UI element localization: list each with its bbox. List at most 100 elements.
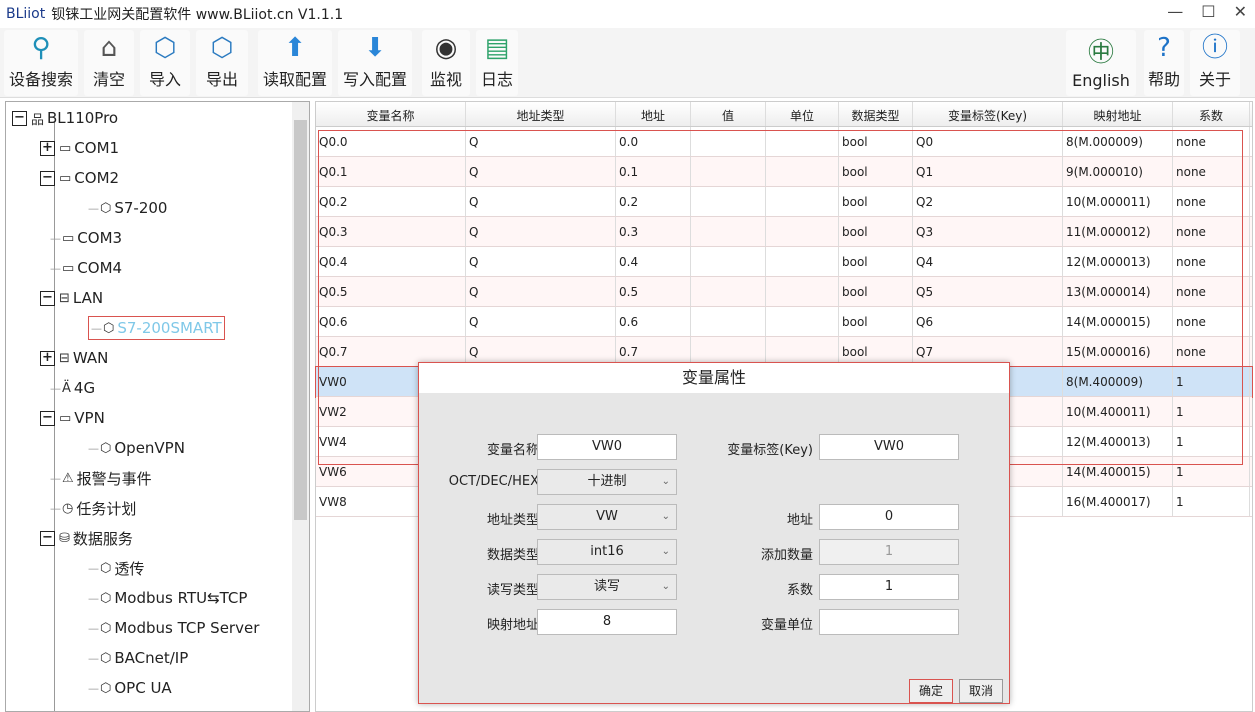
radix-label: OCT/DEC/HEX	[448, 474, 539, 489]
table-row[interactable]: Q0.1 Q 0.1 bool Q1 9(M.000010) none	[316, 157, 1252, 187]
search-icon: ⚲	[31, 33, 51, 63]
collapse-icon[interactable]: −	[40, 410, 55, 426]
table-row[interactable]: Q0.3 Q 0.3 bool Q3 11(M.000012) none	[316, 217, 1252, 247]
table-cell: 0.2	[616, 187, 691, 216]
table-cell: Q0.2	[316, 187, 466, 216]
tree-item[interactable]: + ▭ COM1	[40, 136, 119, 160]
collapse-icon[interactable]: −	[40, 290, 55, 306]
radix-select[interactable]: 十进制 ⌄	[537, 469, 677, 495]
table-cell: bool	[839, 277, 913, 306]
antenna-icon: Ä	[62, 380, 71, 396]
dtype-select[interactable]: int16 ⌄	[537, 539, 677, 565]
column-header[interactable]: 地址类型	[466, 102, 616, 126]
expand-icon[interactable]: +	[40, 350, 55, 366]
device-tree: − 品 BL110Pro + ▭ COM1− ▭ COM2— ⬡ S7-200— ▭ COM3— ▭ CO…	[5, 101, 310, 712]
tree-item[interactable]: — ▭ COM4	[50, 256, 122, 280]
tree-item[interactable]: — ⬡ S7-200	[88, 196, 167, 220]
column-header[interactable]: 单位	[766, 102, 839, 126]
addr-type-select[interactable]: VW ⌄	[537, 504, 677, 530]
table-row[interactable]: Q0.0 Q 0.0 bool Q0 8(M.000009) none	[316, 127, 1252, 157]
device-cube-icon: ⬡	[100, 590, 112, 606]
tree-branch: —	[88, 441, 99, 455]
table-cell: 8(M.000009)	[1063, 127, 1173, 156]
column-header[interactable]: 数据类型	[839, 102, 913, 126]
column-header[interactable]: 值	[691, 102, 766, 126]
close-button[interactable]: ✕	[1234, 2, 1247, 21]
tree-item-label: 透传	[114, 559, 145, 578]
column-header[interactable]: 变量名称	[316, 102, 466, 126]
column-header[interactable]: 映射地址	[1063, 102, 1173, 126]
table-cell: bool	[839, 187, 913, 216]
tree-item[interactable]: — ⬡ Modbus TCP Server	[88, 616, 259, 640]
table-row[interactable]: Q0.6 Q 0.6 bool Q6 14(M.000015) none	[316, 307, 1252, 337]
tree-item-label: BACnet/IP	[114, 649, 189, 667]
vpn-icon: ▭	[59, 410, 72, 426]
tree-item[interactable]: — ⬡ BACnet/IP	[88, 646, 188, 670]
table-cell: Q1	[913, 157, 1063, 186]
toolbar-button-1[interactable]: ⌂ 清空	[84, 30, 134, 96]
tree-item[interactable]: — ▭ COM3	[50, 226, 122, 250]
minimize-button[interactable]: —	[1167, 2, 1183, 21]
tree-item[interactable]: — ⬡ Modbus RTU⇆TCP	[88, 586, 247, 610]
toolbar-button-8[interactable]: ㊥ English	[1066, 30, 1136, 96]
toolbar-button-6[interactable]: ◉ 监视	[422, 30, 470, 96]
key-input[interactable]: VW0	[819, 434, 959, 460]
column-header[interactable]: 变量标签(Key)	[913, 102, 1063, 126]
count-label: 添加数量	[760, 548, 813, 563]
tree-item[interactable]: — ⬡ 透传	[88, 556, 144, 580]
expand-icon[interactable]: +	[40, 140, 55, 156]
cancel-button[interactable]: 取消	[959, 679, 1003, 703]
factor-input[interactable]: 1	[819, 574, 959, 600]
toolbar-button-5[interactable]: ⬇ 写入配置	[338, 30, 412, 96]
tree-item[interactable]: − ⊟ LAN	[40, 286, 103, 310]
maximize-button[interactable]: ☐	[1201, 2, 1215, 21]
unit-input[interactable]	[819, 609, 959, 635]
serial-port-icon: ▭	[62, 260, 75, 276]
table-cell	[766, 127, 839, 156]
toolbar-button-7[interactable]: ▤ 日志	[476, 30, 518, 96]
tree-item[interactable]: − 品 BL110Pro	[12, 106, 118, 130]
tree-item[interactable]: — ◷ 任务计划	[50, 496, 136, 520]
scrollbar-thumb[interactable]	[294, 120, 307, 520]
collapse-icon[interactable]: −	[40, 530, 55, 546]
tree-scrollbar[interactable]	[292, 102, 309, 711]
toolbar-button-label: 导入	[148, 70, 181, 89]
tree-item[interactable]: − ⛁ 数据服务	[40, 526, 133, 550]
tree-item[interactable]: — ⬡ OPC UA	[88, 676, 172, 700]
tree-item[interactable]: + ⊟ WAN	[40, 346, 108, 370]
column-header[interactable]: 系数	[1173, 102, 1250, 126]
tree-item[interactable]: − ▭ COM2	[40, 166, 119, 190]
tree-item-label: OpenVPN	[114, 439, 185, 457]
table-row[interactable]: Q0.4 Q 0.4 bool Q4 12(M.000013) none	[316, 247, 1252, 277]
table-cell: bool	[839, 247, 913, 276]
tree-item[interactable]: — ⚠ 报警与事件	[50, 466, 152, 490]
device-cube-icon: ⬡	[100, 680, 112, 696]
toolbar-button-4[interactable]: ⬆ 读取配置	[258, 30, 332, 96]
table-row[interactable]: Q0.2 Q 0.2 bool Q2 10(M.000011) none	[316, 187, 1252, 217]
collapse-icon[interactable]: −	[12, 110, 27, 126]
tree-item[interactable]: — Ä 4G	[50, 376, 95, 400]
toolbar-button-2[interactable]: ⬡ 导入	[140, 30, 190, 96]
table-cell	[691, 157, 766, 186]
column-header[interactable]: 地址	[616, 102, 691, 126]
table-cell: 0.5	[616, 277, 691, 306]
name-input[interactable]: VW0	[537, 434, 677, 460]
rw-select[interactable]: 读写 ⌄	[537, 574, 677, 600]
collapse-icon[interactable]: −	[40, 170, 55, 186]
toolbar-button-0[interactable]: ⚲ 设备搜索	[4, 30, 78, 96]
device-cube-icon: ⬡	[100, 650, 112, 666]
tree-item[interactable]: − ▭ VPN	[40, 406, 105, 430]
toolbar-button-9[interactable]: ? 帮助	[1144, 30, 1184, 96]
tree-item[interactable]: — ⬡ S7-200SMART	[88, 316, 225, 340]
tree-item-label: COM3	[77, 229, 123, 247]
table-row[interactable]: Q0.5 Q 0.5 bool Q5 13(M.000014) none	[316, 277, 1252, 307]
map-input[interactable]: 8	[537, 609, 677, 635]
toolbar-button-3[interactable]: ⬡ 导出	[196, 30, 248, 96]
rw-value: 读写	[593, 579, 620, 594]
addr-input[interactable]: 0	[819, 504, 959, 530]
ok-button[interactable]: 确定	[909, 679, 953, 703]
tree-item[interactable]: — ⬡ OpenVPN	[88, 436, 185, 460]
unit-label: 变量单位	[760, 618, 813, 633]
table-cell: none	[1173, 247, 1250, 276]
toolbar-button-10[interactable]: ⓘ 关于	[1190, 30, 1240, 96]
